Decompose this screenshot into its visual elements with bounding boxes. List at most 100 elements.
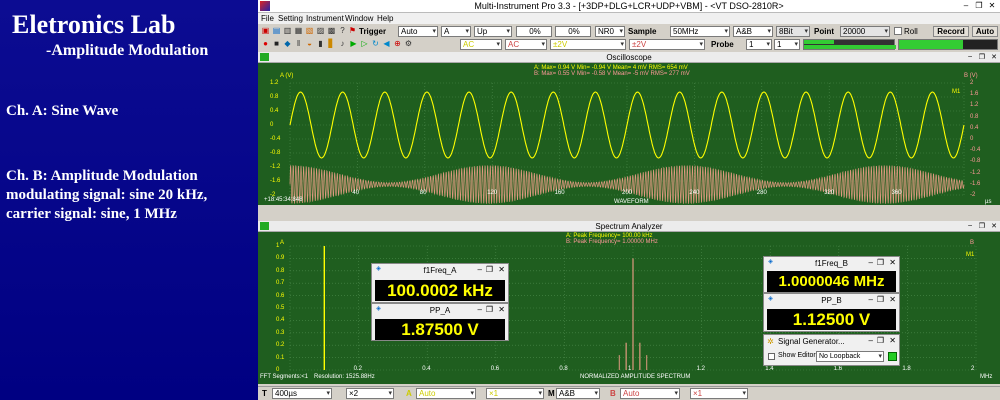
menu-help[interactable]: Help bbox=[377, 14, 393, 23]
channel-a-scale-select[interactable]: Auto bbox=[416, 388, 476, 399]
trigger-channel-select[interactable]: A bbox=[441, 26, 471, 37]
siggen-minimize-icon[interactable]: – bbox=[869, 336, 873, 345]
minimize-icon[interactable]: – bbox=[960, 1, 972, 11]
close-icon[interactable]: ✕ bbox=[986, 1, 998, 11]
stop-icon[interactable]: ■ bbox=[272, 39, 281, 48]
oscilloscope-header: Oscilloscope – ❐ ✕ bbox=[258, 52, 1000, 63]
spec-x-tick: 0.6 bbox=[490, 366, 500, 372]
trigger-position-field[interactable]: 0% bbox=[555, 26, 591, 37]
noise-reduction-select[interactable]: NR0 bbox=[595, 26, 625, 37]
print-icon[interactable]: ▦ bbox=[294, 26, 303, 35]
help-icon[interactable]: ? bbox=[338, 26, 347, 35]
meter-minimize-icon[interactable]: – bbox=[869, 258, 873, 267]
siggen-close-icon[interactable]: ✕ bbox=[889, 336, 896, 345]
spec-maximize-icon[interactable]: ❐ bbox=[979, 222, 985, 230]
spec-fft-segments: FFT Segments:<1 bbox=[260, 374, 309, 380]
spec-close-icon[interactable]: ✕ bbox=[991, 222, 997, 230]
trigger-mode-select[interactable]: Auto bbox=[398, 26, 438, 37]
settings-icon[interactable]: ▣ bbox=[261, 26, 270, 35]
channel-a-coupling-select[interactable]: AC bbox=[460, 39, 502, 50]
window-titlebar: Multi-Instrument Pro 3.3 - [+3DP+DLG+LCR… bbox=[258, 0, 1000, 13]
save-icon[interactable]: ▥ bbox=[283, 26, 292, 35]
meter-minimize-icon[interactable]: – bbox=[478, 305, 482, 314]
single-icon[interactable]: ◆ bbox=[283, 39, 292, 48]
channel-mode-select[interactable]: A&B bbox=[733, 26, 773, 37]
meter-minimize-icon[interactable]: – bbox=[869, 295, 873, 304]
pause-icon[interactable]: ‖ bbox=[294, 39, 303, 48]
generator-status-indicator[interactable] bbox=[888, 352, 897, 361]
auto-button[interactable]: Auto bbox=[972, 26, 998, 37]
meter-pp-b[interactable]: ◈ PP_B – ❐ ✕ 1.12500 V bbox=[763, 293, 900, 332]
timebase-multiplier-select[interactable]: ×2 bbox=[346, 388, 394, 399]
osc-right-unit: B (V) bbox=[964, 73, 978, 79]
trigger-icon[interactable]: ⚑ bbox=[348, 26, 357, 35]
meter-close-icon[interactable]: ✕ bbox=[889, 295, 896, 304]
spec-minimize-icon[interactable]: – bbox=[968, 222, 972, 229]
osc-close-icon[interactable]: ✕ bbox=[991, 53, 997, 61]
channel-b-coupling-select[interactable]: AC bbox=[505, 39, 547, 50]
math-mode-select[interactable]: A&B bbox=[556, 388, 600, 399]
osc-y-tick-a: -1.6 bbox=[270, 178, 281, 184]
probe-b-select[interactable]: 1 bbox=[774, 39, 800, 50]
roll-checkbox[interactable] bbox=[894, 27, 902, 35]
menu-setting[interactable]: Setting bbox=[278, 14, 303, 23]
speaker-icon[interactable]: ♪ bbox=[338, 39, 347, 48]
osc-maximize-icon[interactable]: ❐ bbox=[979, 53, 985, 61]
layout-icon[interactable]: ▩ bbox=[327, 26, 336, 35]
signal-generator-window[interactable]: ✲ Signal Generator... – ❐ ✕ Show Editor … bbox=[763, 334, 900, 366]
oscilloscope-plot[interactable]: A: Max= 0.94 V Min= -0.94 V Mean= 4 mV R… bbox=[258, 63, 1000, 205]
window-title: Multi-Instrument Pro 3.3 - [+3DP+DLG+LCR… bbox=[474, 1, 784, 11]
trigger-level-field[interactable]: 0% bbox=[516, 26, 552, 37]
osc-y-tick-b: 0 bbox=[970, 136, 974, 142]
meter-restore-icon[interactable]: ❐ bbox=[877, 295, 884, 304]
signal-icon[interactable]: ◒ bbox=[305, 39, 314, 48]
hold-icon[interactable]: ▮ bbox=[316, 39, 325, 48]
spec-y-tick: 0.8 bbox=[276, 267, 285, 274]
loop-icon[interactable]: ↻ bbox=[371, 39, 380, 48]
osc-minimize-icon[interactable]: – bbox=[968, 53, 972, 60]
channel-a-multiplier-select[interactable]: ×1 bbox=[486, 388, 544, 399]
loopback-select[interactable]: No Loopback bbox=[816, 351, 884, 362]
channel-b-scale-select[interactable]: Auto bbox=[620, 388, 680, 399]
meter-f1freq-a[interactable]: ◈ f1Freq_A – ❐ ✕ 100.0002 kHz bbox=[371, 263, 509, 303]
slide-title: Eletronics Lab bbox=[12, 10, 176, 39]
config-icon[interactable]: ⚙ bbox=[404, 39, 413, 48]
channel-a-range-select[interactable]: ±2V bbox=[550, 39, 626, 50]
timebase-select[interactable]: 400µs bbox=[272, 388, 332, 399]
edit-icon[interactable]: ▨ bbox=[316, 26, 325, 35]
rewind-icon[interactable]: ◀ bbox=[382, 39, 391, 48]
meter-minimize-icon[interactable]: – bbox=[478, 265, 482, 274]
menu-instrument[interactable]: Instrument bbox=[306, 14, 344, 23]
menu-file[interactable]: File bbox=[261, 14, 274, 23]
trigger-edge-select[interactable]: Up bbox=[474, 26, 512, 37]
zoom-icon[interactable]: ⊕ bbox=[393, 39, 402, 48]
meter-close-icon[interactable]: ✕ bbox=[498, 265, 505, 274]
channel-b-range-select[interactable]: ±2V bbox=[629, 39, 705, 50]
copy-icon[interactable]: ▧ bbox=[305, 26, 314, 35]
meter-close-icon[interactable]: ✕ bbox=[498, 305, 505, 314]
meter-restore-icon[interactable]: ❐ bbox=[486, 265, 493, 274]
play-next-icon[interactable]: ▷ bbox=[360, 39, 369, 48]
meter-f1freq-b[interactable]: ◈ f1Freq_B – ❐ ✕ 1.0000046 MHz bbox=[763, 256, 900, 293]
bit-depth-select[interactable]: 8Bit bbox=[776, 26, 810, 37]
play-icon[interactable]: ▶ bbox=[349, 39, 358, 48]
meter-restore-icon[interactable]: ❐ bbox=[486, 305, 493, 314]
record-button[interactable]: Record bbox=[933, 26, 969, 37]
meter-close-icon[interactable]: ✕ bbox=[889, 258, 896, 267]
spectrum-title: Spectrum Analyzer bbox=[595, 222, 663, 231]
spec-y-tick: 0.5 bbox=[276, 305, 285, 311]
restore-icon[interactable]: ❐ bbox=[973, 1, 985, 11]
record-dot-icon[interactable]: ● bbox=[261, 39, 270, 48]
meter-restore-icon[interactable]: ❐ bbox=[877, 258, 884, 267]
siggen-restore-icon[interactable]: ❐ bbox=[877, 336, 884, 345]
sample-rate-select[interactable]: 50MHz bbox=[670, 26, 730, 37]
points-select[interactable]: 20000 bbox=[840, 26, 890, 37]
probe-a-select[interactable]: 1 bbox=[746, 39, 772, 50]
menu-window[interactable]: Window bbox=[345, 14, 373, 23]
show-editor-checkbox[interactable] bbox=[768, 353, 775, 360]
osc-y-tick-b: -1.2 bbox=[970, 169, 981, 176]
meter-pp-a[interactable]: ◈ PP_A – ❐ ✕ 1.87500 V bbox=[371, 303, 509, 341]
open-icon[interactable]: ▤ bbox=[272, 26, 281, 35]
bar-icon[interactable]: ▋ bbox=[327, 39, 336, 48]
channel-b-multiplier-select[interactable]: ×1 bbox=[690, 388, 748, 399]
